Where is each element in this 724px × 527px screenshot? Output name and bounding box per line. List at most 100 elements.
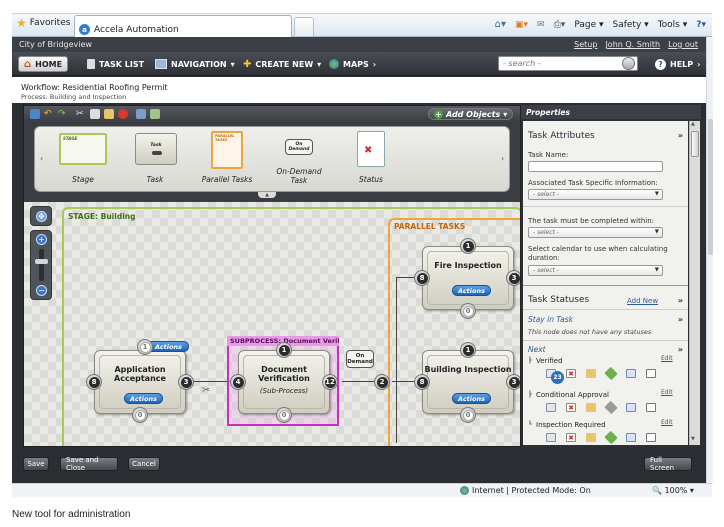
nav-home-button[interactable]: ⌂ HOME <box>18 56 69 72</box>
node-out-port[interactable]: 3 <box>506 270 520 286</box>
status-x-icon[interactable]: ✖ <box>566 433 576 442</box>
task-node-application-acceptance[interactable]: Application Acceptance Actions <box>94 350 186 414</box>
clipboard-icon[interactable] <box>646 403 656 412</box>
copy-icon[interactable] <box>90 109 100 119</box>
favorites-button[interactable]: ★ Favorites <box>16 17 70 29</box>
workflow-canvas[interactable]: STAGE: Building PARALLEL TASKS ✥ + − ✂ S… <box>24 202 520 446</box>
new-tab-button[interactable] <box>294 17 314 37</box>
mail-icon[interactable] <box>546 433 556 442</box>
pan-icon[interactable]: ✥ <box>36 211 47 222</box>
zoom-slider[interactable]: + − <box>30 230 52 300</box>
status-row-verified[interactable]: ┣ Verified Edit 23 ✖ <box>528 355 683 387</box>
nav-maps[interactable]: MAPS › <box>324 56 381 72</box>
status-x-icon[interactable]: ✖ <box>566 369 576 378</box>
redo-icon[interactable]: ↷ <box>58 109 68 119</box>
clipboard-icon[interactable] <box>646 369 656 378</box>
palette-right-arrow[interactable]: › <box>501 154 504 163</box>
window-scrollbar[interactable] <box>706 37 713 483</box>
task-node-building-inspection[interactable]: Building Inspection Actions <box>422 350 514 414</box>
palette-item-on-demand[interactable]: On Demand On-Demand Task <box>267 131 331 189</box>
node-top-port[interactable]: 1 <box>460 342 476 358</box>
flag-icon[interactable] <box>586 433 596 442</box>
window-scroll-thumb[interactable] <box>708 119 713 255</box>
user-link[interactable]: John Q. Smith <box>605 40 660 49</box>
node-in-port[interactable]: 8 <box>414 374 430 390</box>
node-out-port[interactable]: 3 <box>506 374 520 390</box>
cancel-button[interactable]: Cancel <box>128 457 160 471</box>
expand-icon[interactable]: » <box>678 315 683 324</box>
properties-scrollbar[interactable]: ▲ ▼ <box>689 121 700 445</box>
node-bottom-port[interactable]: 0 <box>460 303 476 319</box>
actions-button[interactable]: Actions <box>124 393 163 404</box>
add-new-link[interactable]: Add New <box>627 297 658 305</box>
document-icon[interactable] <box>626 433 636 442</box>
node-top-port[interactable]: 1 <box>276 342 292 358</box>
hierarchy-icon[interactable] <box>150 109 160 119</box>
task-name-input[interactable] <box>528 161 663 172</box>
task-node-document-verification[interactable]: Document Verification (Sub-Process) <box>238 350 330 414</box>
zoom-level[interactable]: 🔍 100% ▾ <box>652 486 694 495</box>
mail-icon[interactable]: ✉ <box>537 20 545 30</box>
status-row-inspection-required[interactable]: ┗ Inspection Required Edit ✖ <box>528 419 683 445</box>
expand-icon[interactable]: » <box>678 345 683 354</box>
edit-link[interactable]: Edit <box>661 389 673 396</box>
setup-link[interactable]: Setup <box>574 40 597 49</box>
add-objects-button[interactable]: + Add Objects ▾ <box>428 108 514 120</box>
browser-tab[interactable]: a Accela Automation <box>74 15 292 38</box>
completed-within-select[interactable]: - select - ▼ <box>528 227 663 238</box>
zoom-in-icon[interactable]: + <box>36 234 47 245</box>
on-demand-tag[interactable]: On Demand <box>346 350 374 368</box>
print-icon[interactable]: ⎙▾ <box>554 20 566 30</box>
status-x-icon[interactable]: ✖ <box>566 403 576 412</box>
zoom-out-icon[interactable]: − <box>36 285 47 296</box>
node-top-port[interactable]: 1 <box>137 339 153 355</box>
home-icon[interactable]: ⌂▾ <box>495 19 506 30</box>
node-in-port[interactable]: 8 <box>414 270 430 286</box>
undo-icon[interactable]: ↶ <box>44 109 54 119</box>
save-and-close-button[interactable]: Save and Close <box>60 456 118 472</box>
clipboard-icon[interactable] <box>646 433 656 442</box>
node-bottom-port[interactable]: 0 <box>460 407 476 423</box>
node-bottom-port[interactable]: 0 <box>276 407 292 423</box>
node-bottom-port[interactable]: 0 <box>132 407 148 423</box>
document-icon[interactable] <box>626 403 636 412</box>
help-icon[interactable]: ?▾ <box>696 20 706 30</box>
security-zone[interactable]: Internet | Protected Mode: On <box>460 486 591 495</box>
junction-port[interactable]: 2 <box>374 374 390 390</box>
actions-button[interactable]: Actions <box>452 285 491 296</box>
collapse-icon[interactable]: » <box>678 131 683 140</box>
nav-create-new[interactable]: ✚ CREATE NEW ▾ <box>238 56 326 72</box>
logout-link[interactable]: Log out <box>668 40 698 49</box>
tools-menu[interactable]: Tools ▾ <box>658 20 688 30</box>
full-screen-button[interactable]: Full Screen <box>644 456 692 472</box>
save-icon[interactable] <box>30 109 40 119</box>
cut-icon[interactable]: ✂ <box>76 109 86 119</box>
flag-icon[interactable] <box>586 403 596 412</box>
flag-icon[interactable] <box>586 369 596 378</box>
document-icon[interactable] <box>626 369 636 378</box>
palette-collapse-handle[interactable]: ▲ <box>258 192 276 198</box>
pan-control[interactable]: ✥ <box>30 206 52 226</box>
palette-left-arrow[interactable]: ‹ <box>40 154 43 163</box>
zoom-thumb[interactable] <box>35 259 48 264</box>
edit-link[interactable]: Edit <box>661 355 673 362</box>
feeds-icon[interactable]: ▣▾ <box>515 20 528 30</box>
status-row-conditional-approval[interactable]: ┣ Conditional Approval Edit ✖ <box>528 389 683 417</box>
palette-item-status[interactable]: ✖ Status <box>339 131 403 189</box>
task-node-fire-inspection[interactable]: Fire Inspection Actions <box>422 246 514 310</box>
tag-icon[interactable] <box>604 430 618 445</box>
actions-button[interactable]: Actions <box>452 393 491 404</box>
node-in-port[interactable]: 4 <box>230 374 246 390</box>
page-menu[interactable]: Page ▾ <box>574 20 603 30</box>
delete-icon[interactable] <box>118 109 128 119</box>
collapse-icon[interactable]: » <box>678 296 683 305</box>
calendar-select[interactable]: - select - ▼ <box>528 265 663 276</box>
nav-task-list[interactable]: TASK LIST <box>82 56 149 72</box>
node-out-port[interactable]: 12 <box>322 374 338 390</box>
scroll-thumb[interactable] <box>691 131 699 157</box>
node-top-port[interactable]: 1 <box>460 238 476 254</box>
nav-navigation[interactable]: NAVIGATION ▾ <box>150 56 240 72</box>
search-input[interactable]: - search - <box>498 56 638 71</box>
assoc-info-select[interactable]: - select - ▼ <box>528 189 663 200</box>
tag-icon[interactable] <box>604 366 618 381</box>
